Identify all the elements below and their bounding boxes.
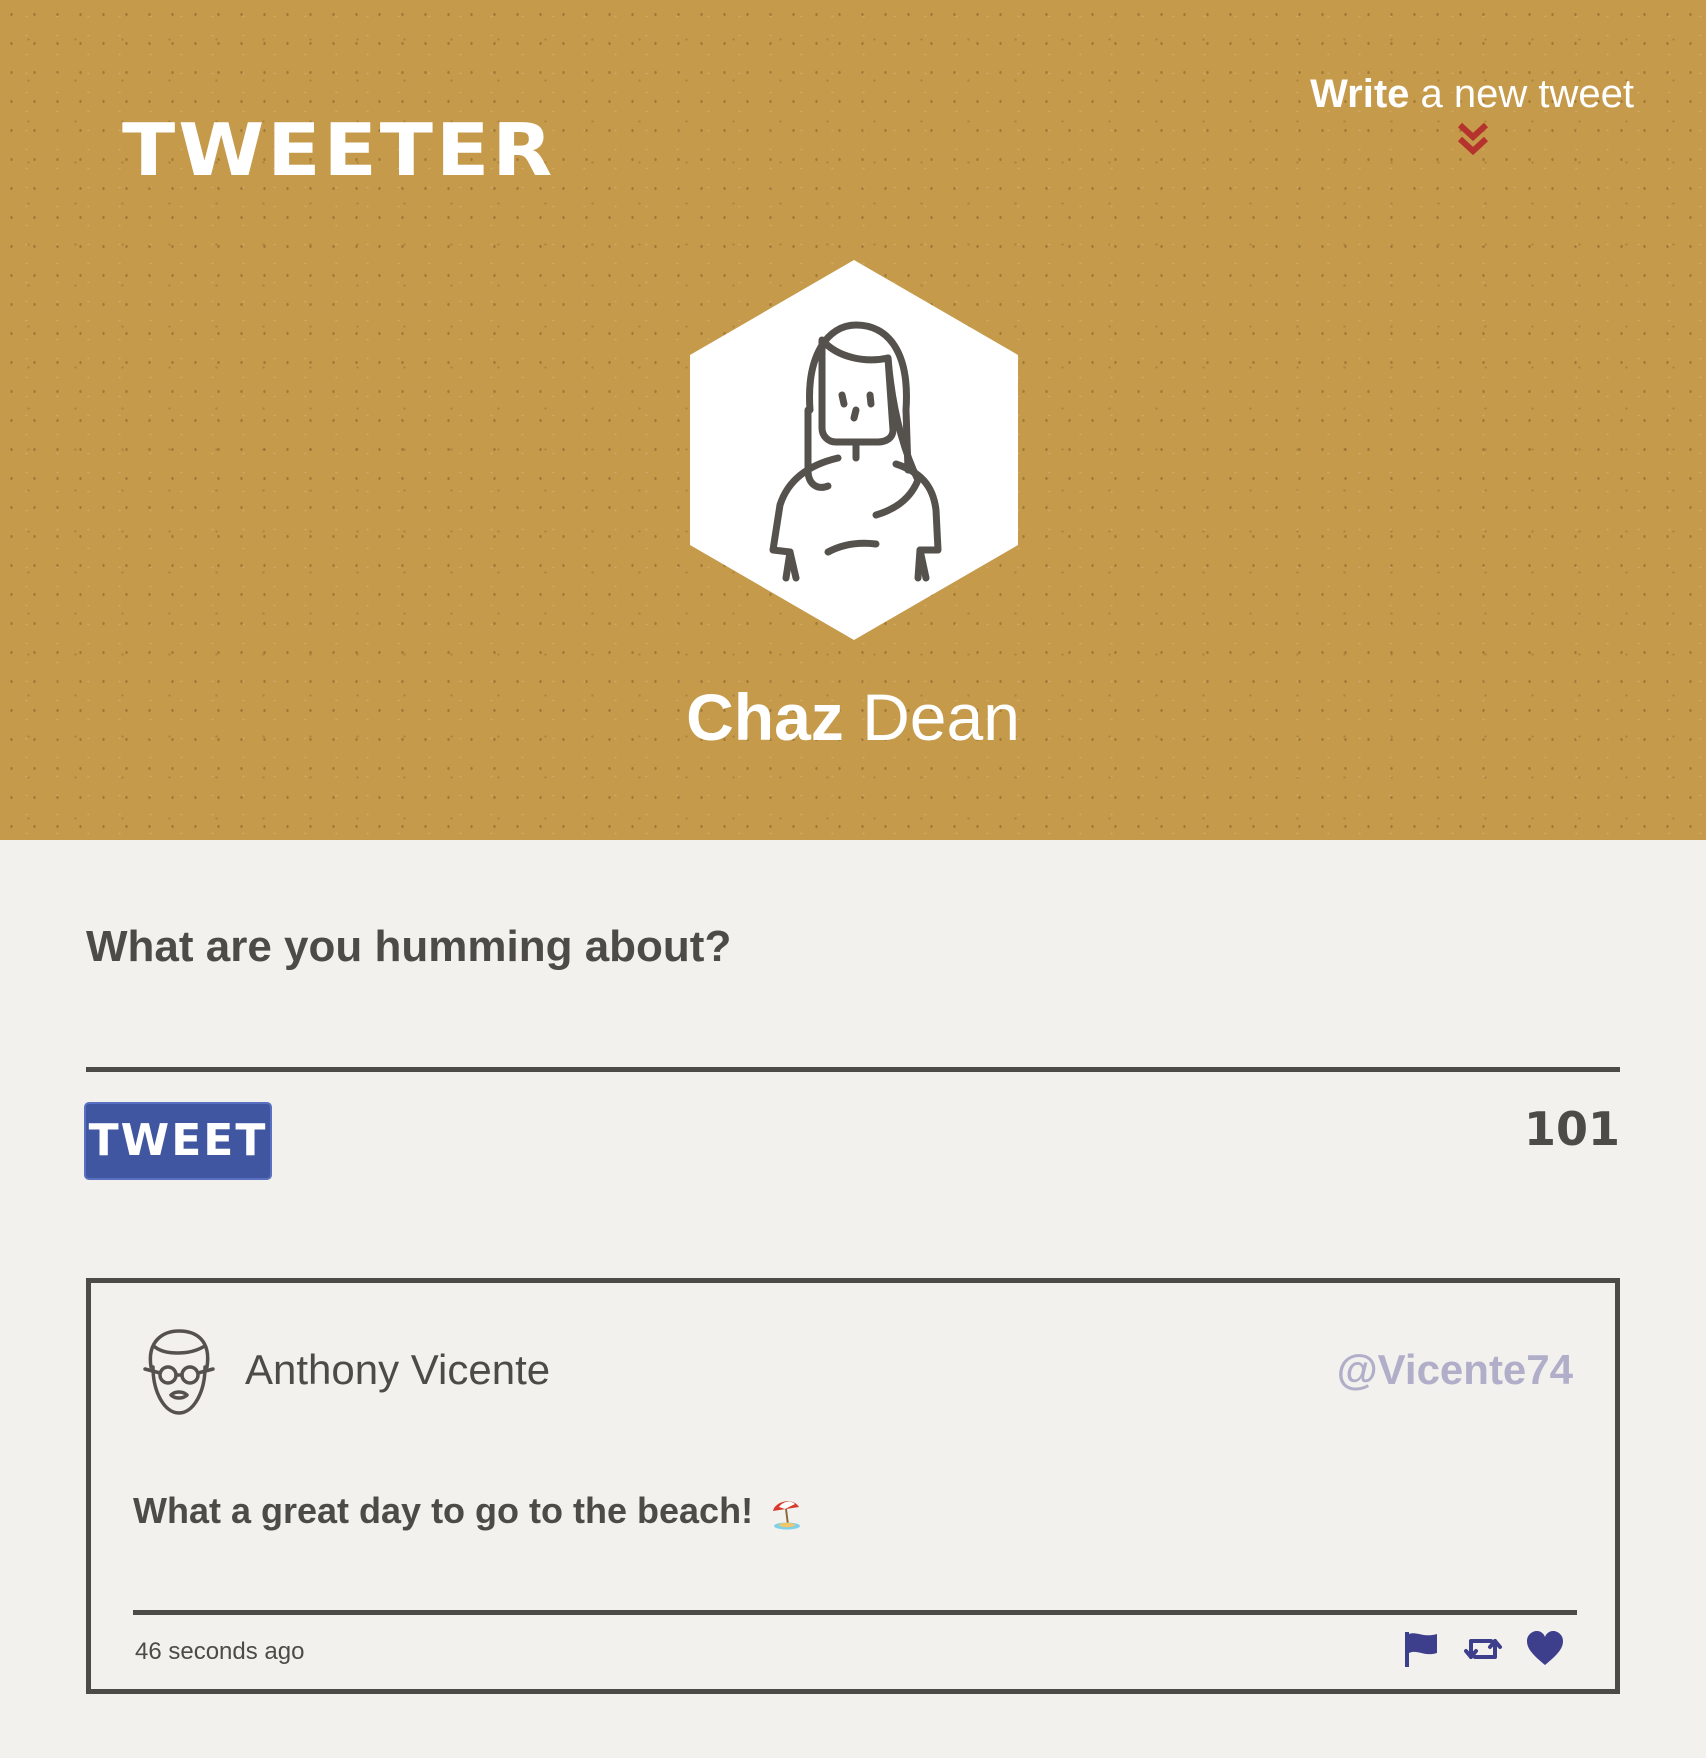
- tweet-handle[interactable]: @Vicente74: [1337, 1349, 1573, 1391]
- tweet-author: Anthony Vicente: [245, 1346, 551, 1393]
- compose-prompt[interactable]: What are you humming about?: [86, 922, 731, 972]
- app-logo: TWEETER: [122, 109, 556, 193]
- double-chevron-down-icon[interactable]: [1455, 122, 1491, 158]
- tweet-button[interactable]: TWEET: [84, 1102, 272, 1180]
- heart-icon[interactable]: [1525, 1629, 1565, 1669]
- profile-last-name: Dean: [843, 680, 1020, 754]
- write-link-rest: a new tweet: [1409, 72, 1634, 116]
- tweet-actions: [1401, 1629, 1565, 1669]
- write-new-tweet-link[interactable]: Write a new tweet: [1310, 74, 1634, 114]
- profile-name: Chaz Dean: [0, 684, 1706, 750]
- tweet-card: Anthony Vicente @Vicente74 What a great …: [86, 1278, 1620, 1694]
- man-with-glasses-avatar-icon: [143, 1329, 215, 1415]
- tweet-divider: [133, 1610, 1577, 1615]
- compose-underline: [86, 1067, 1620, 1072]
- char-counter: 101: [1523, 1102, 1620, 1156]
- flag-icon[interactable]: [1401, 1629, 1441, 1669]
- tweet-timestamp: 46 seconds ago: [135, 1638, 305, 1665]
- profile-header: TWEETER Write a new tweet Chaz Dean: [0, 0, 1706, 840]
- retweet-icon[interactable]: [1463, 1629, 1503, 1669]
- beach-umbrella-icon: [773, 1501, 801, 1530]
- tweet-text-row: What a great day to go to the beach!: [133, 1493, 805, 1531]
- tweet-text: What a great day to go to the beach!: [133, 1490, 754, 1531]
- woman-avatar-icon: [690, 260, 1018, 640]
- profile-first-name: Chaz: [686, 680, 844, 754]
- write-link-bold: Write: [1310, 72, 1410, 116]
